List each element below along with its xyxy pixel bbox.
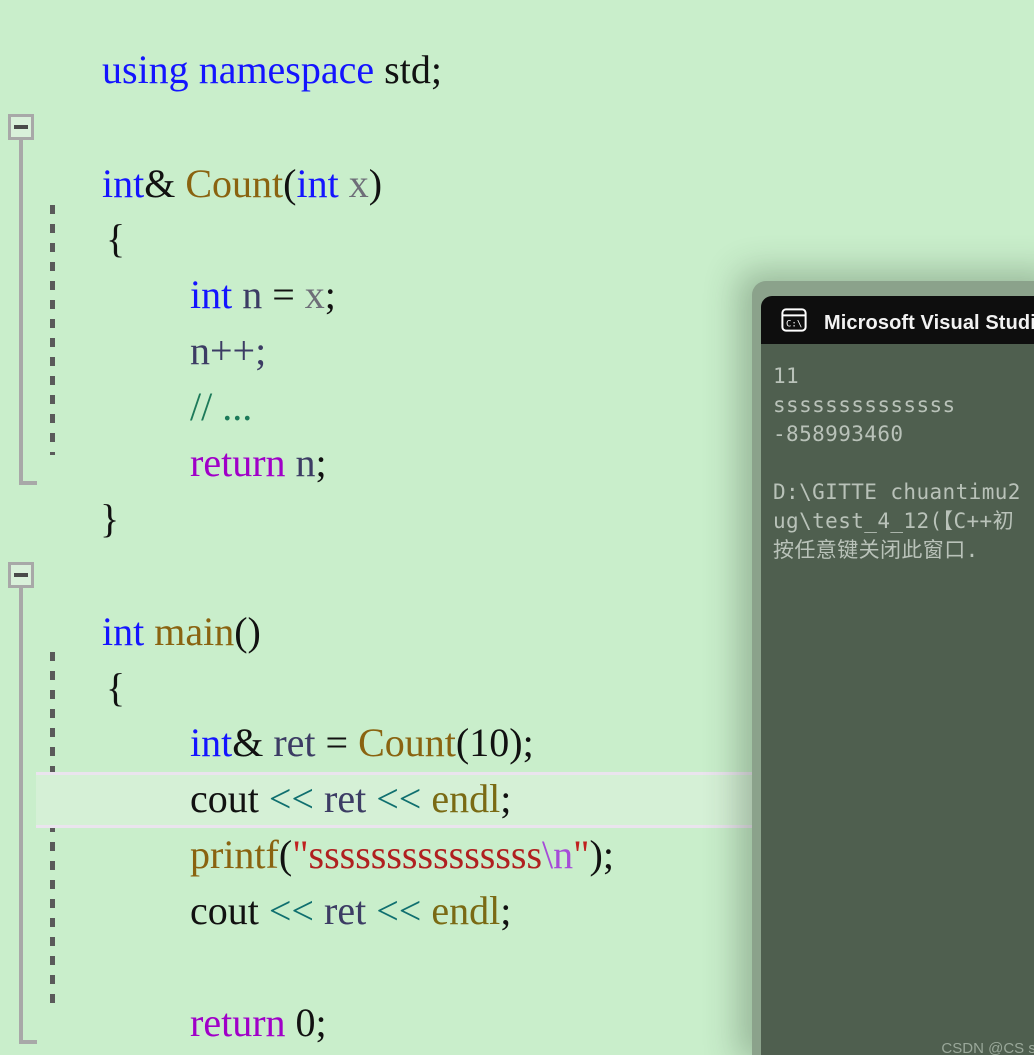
token-semicolon-4: ; bbox=[522, 720, 534, 765]
token-x-2: x bbox=[304, 272, 325, 317]
console-line: D:\GITTE chuantimu2 bbox=[773, 480, 1021, 504]
token-semicolon-8: ; bbox=[315, 1000, 327, 1045]
token-endl-2: endl bbox=[431, 888, 501, 933]
token-space-4 bbox=[339, 161, 349, 206]
token-semicolon-7: ; bbox=[500, 888, 512, 933]
token-shift-3: << bbox=[268, 888, 314, 933]
console-line: -858993460 bbox=[773, 422, 904, 446]
token-ret-3: ret bbox=[324, 888, 367, 933]
token-space-3 bbox=[175, 161, 185, 206]
code-line-count-comment[interactable]: // ... bbox=[0, 323, 252, 429]
code-line-main-close-brace[interactable]: } bbox=[0, 995, 119, 1051]
console-output[interactable]: 11 ssssssssssssss -858993460 D:\GITTE ch… bbox=[761, 344, 1034, 1055]
code-line-main-cout-2[interactable]: cout << ret << endl; bbox=[0, 827, 511, 933]
token-escape-n: \n bbox=[542, 832, 574, 877]
token-int-2: int bbox=[296, 161, 339, 206]
token-close-paren-2: ) bbox=[247, 609, 261, 654]
token-space-8 bbox=[286, 440, 296, 485]
token-quote-close: " bbox=[573, 832, 590, 877]
code-line-main-open-brace[interactable]: { bbox=[0, 604, 125, 710]
token-namespace: namespace bbox=[198, 47, 375, 92]
token-num-0: 0 bbox=[295, 1000, 316, 1045]
svg-text:C:\: C:\ bbox=[786, 320, 802, 330]
token-close-paren-1: ) bbox=[368, 161, 383, 206]
code-line-main-signature[interactable]: int main() bbox=[0, 548, 261, 654]
token-open-paren-1: ( bbox=[283, 161, 297, 206]
token-close-paren-4: ) bbox=[589, 832, 603, 877]
token-space-1 bbox=[189, 47, 199, 92]
console-line: ssssssssssssss bbox=[773, 393, 956, 417]
console-line: ug\test_4_12(【C++初 bbox=[773, 509, 1014, 533]
token-close-brace-1: } bbox=[100, 496, 120, 541]
token-return-2: return bbox=[190, 1000, 286, 1045]
token-open-paren-2: ( bbox=[234, 609, 248, 654]
token-semicolon-3: ; bbox=[315, 440, 327, 485]
code-line-using-namespace[interactable]: using namespace std; bbox=[0, 0, 442, 92]
watermark: CSDN @CS semi bbox=[941, 1040, 1034, 1055]
console-line: 11 bbox=[773, 364, 800, 388]
console-title-text: Microsoft Visual Studio 调 bbox=[824, 311, 1034, 334]
code-line-main-printf[interactable]: printf("sssssssssssssss\n"); bbox=[0, 771, 614, 877]
screenshot-root: using namespace std; int& Count(int x) {… bbox=[0, 0, 1034, 1055]
code-line-count-open-brace[interactable]: { bbox=[0, 155, 125, 261]
console-line: 按任意键关闭此窗口. bbox=[773, 538, 979, 562]
token-return-1: return bbox=[190, 440, 286, 485]
token-amp-1: & bbox=[144, 161, 176, 206]
token-var-n-2: n bbox=[295, 440, 316, 485]
token-space-19 bbox=[366, 888, 376, 933]
token-semicolon-2: ; bbox=[324, 272, 336, 317]
token-semicolon-1: ; bbox=[430, 47, 442, 92]
code-line-main-ret-decl[interactable]: int& ret = Count(10); bbox=[0, 659, 534, 765]
code-line-count-increment[interactable]: n++; bbox=[0, 267, 266, 373]
token-space-7 bbox=[295, 272, 305, 317]
token-space-2 bbox=[374, 47, 384, 92]
token-space-21 bbox=[286, 1000, 296, 1045]
token-shift-4: << bbox=[376, 888, 422, 933]
console-titlebar[interactable]: C:\ Microsoft Visual Studio 调 bbox=[761, 296, 1034, 344]
token-cout-2: cout bbox=[190, 888, 259, 933]
token-space-9 bbox=[144, 609, 154, 654]
token-space-18 bbox=[314, 888, 324, 933]
code-line-count-return[interactable]: return n; bbox=[0, 379, 327, 485]
token-main-fn: main bbox=[154, 609, 235, 654]
token-param-x: x bbox=[348, 161, 369, 206]
token-std: std bbox=[384, 47, 431, 92]
token-using: using bbox=[102, 47, 189, 92]
token-semicolon-6: ; bbox=[602, 832, 614, 877]
code-line-count-signature[interactable]: int& Count(int x) bbox=[0, 100, 382, 206]
console-window[interactable]: C:\ Microsoft Visual Studio 调 11 sssssss… bbox=[752, 281, 1034, 1055]
code-line-count-close-brace[interactable]: } bbox=[0, 435, 119, 541]
token-equals-1: = bbox=[272, 272, 295, 317]
code-line-main-return[interactable]: return 0; bbox=[0, 939, 327, 1045]
token-space-17 bbox=[259, 888, 269, 933]
token-count-fn: Count bbox=[185, 161, 284, 206]
code-line-main-cout-1[interactable]: cout << ret << endl; bbox=[0, 715, 511, 821]
token-space-20 bbox=[421, 888, 431, 933]
terminal-icon: C:\ bbox=[781, 308, 807, 332]
code-line-count-decl-n[interactable]: int n = x; bbox=[0, 211, 336, 317]
